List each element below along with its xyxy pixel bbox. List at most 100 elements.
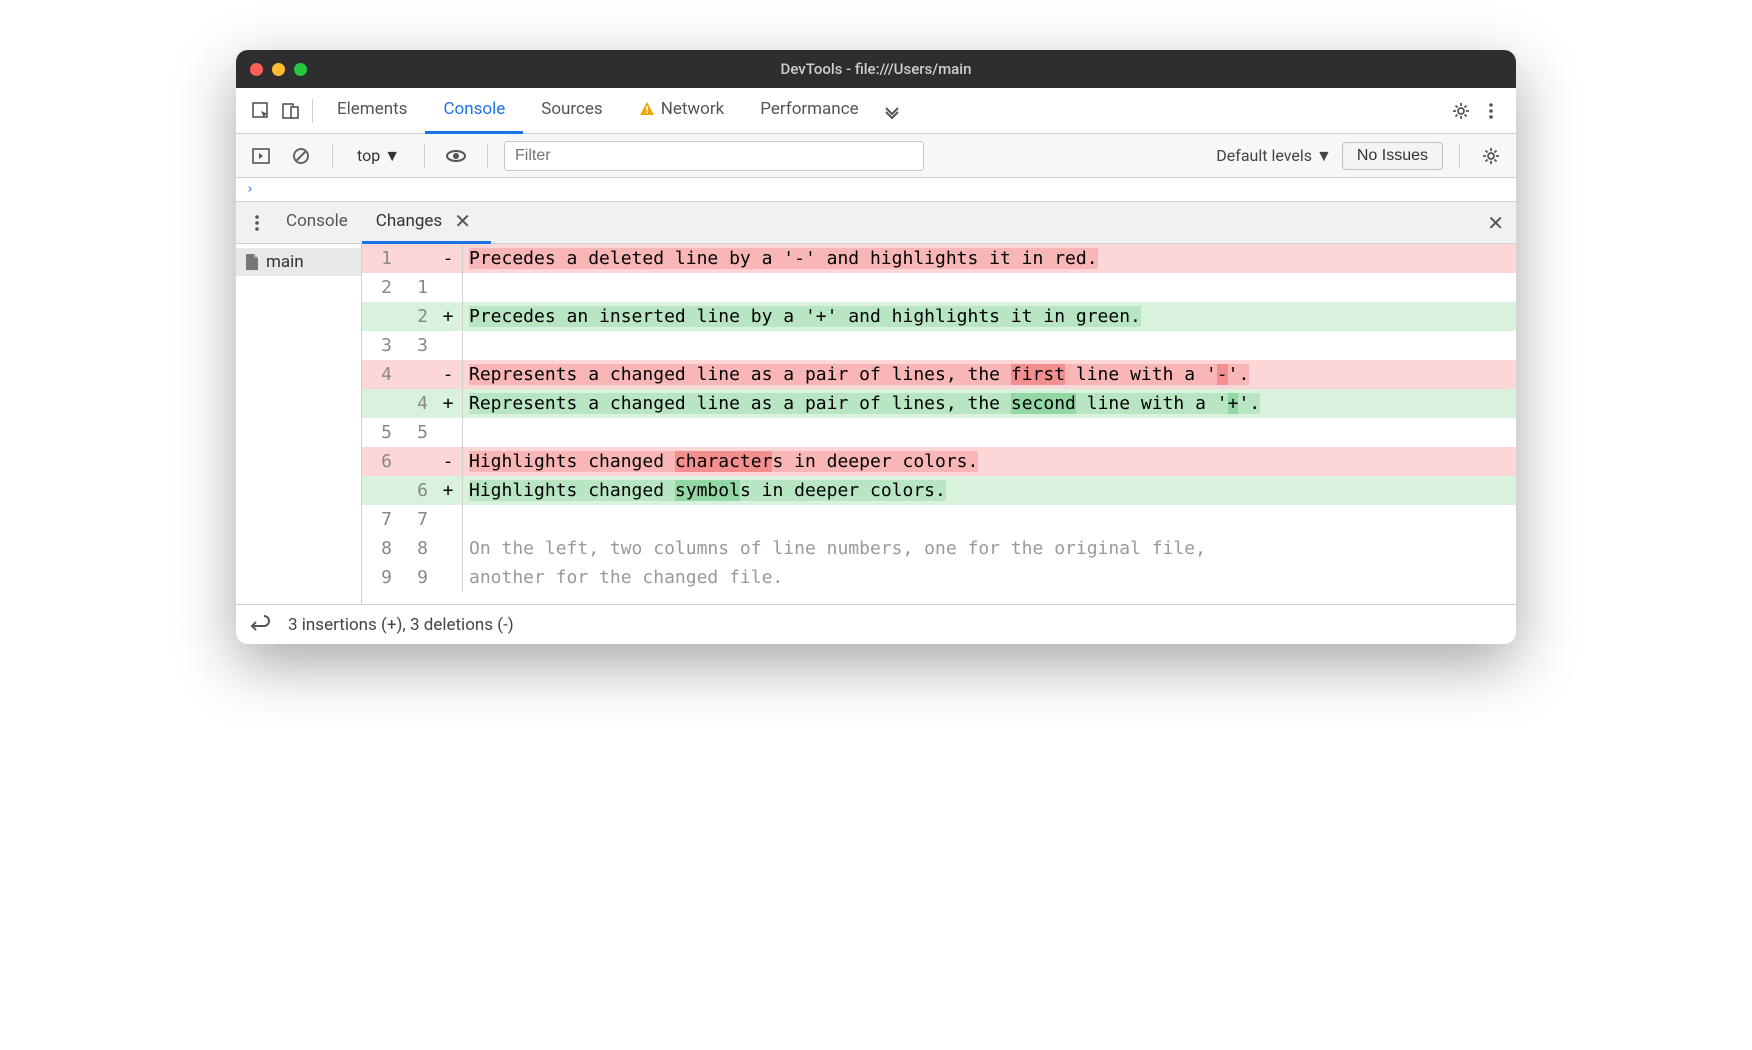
divider xyxy=(312,99,313,123)
drawer-tab-console[interactable]: Console xyxy=(272,202,362,244)
line-number-new xyxy=(398,447,434,476)
context-selector[interactable]: top ▼ xyxy=(349,142,408,170)
diff-code: Represents a changed line as a pair of l… xyxy=(469,389,1516,418)
drawer-menu-icon[interactable] xyxy=(242,208,272,238)
line-number-old xyxy=(362,389,398,418)
filter-input[interactable] xyxy=(504,141,924,171)
tab-console[interactable]: Console xyxy=(425,88,523,134)
drawer-tab-changes[interactable]: Changes ✕ xyxy=(362,202,491,244)
diff-marker: + xyxy=(434,389,462,418)
console-settings-icon[interactable] xyxy=(1476,141,1506,171)
diff-marker xyxy=(434,563,462,592)
tab-network[interactable]: Network xyxy=(621,88,743,134)
line-number-new: 5 xyxy=(398,418,434,447)
changes-panel: main 1-Precedes a deleted line by a '-' … xyxy=(236,244,1516,604)
close-window-button[interactable] xyxy=(250,63,263,76)
diff-marker xyxy=(434,331,462,360)
line-number-old: 6 xyxy=(362,447,398,476)
diff-code xyxy=(469,505,1516,534)
gutter-separator xyxy=(462,389,463,418)
diff-row: 88 On the left, two columns of line numbe… xyxy=(362,534,1516,563)
console-prompt[interactable]: › xyxy=(236,178,1516,202)
context-label: top xyxy=(357,146,380,165)
traffic-lights xyxy=(250,63,307,76)
diff-marker: - xyxy=(434,244,462,273)
device-toolbar-icon[interactable] xyxy=(276,96,306,126)
diff-row: 6-Highlights changed characters in deepe… xyxy=(362,447,1516,476)
changes-statusbar: 3 insertions (+), 3 deletions (-) xyxy=(236,604,1516,644)
gutter-separator xyxy=(462,360,463,389)
line-number-new: 3 xyxy=(398,331,434,360)
line-number-old: 8 xyxy=(362,534,398,563)
line-number-new: 8 xyxy=(398,534,434,563)
diff-code: Represents a changed line as a pair of l… xyxy=(469,360,1516,389)
console-toolbar: top ▼ Default levels ▼ No Issues xyxy=(236,134,1516,178)
file-tree: main xyxy=(236,244,362,604)
line-number-old: 3 xyxy=(362,331,398,360)
live-expression-icon[interactable] xyxy=(441,141,471,171)
main-tab-bar: Elements Console Sources Network Perform… xyxy=(236,88,1516,134)
diff-row: 6+Highlights changed symbols in deeper c… xyxy=(362,476,1516,505)
line-number-old: 1 xyxy=(362,244,398,273)
settings-icon[interactable] xyxy=(1446,96,1476,126)
divider xyxy=(424,144,425,168)
diff-marker xyxy=(434,273,462,302)
line-number-new xyxy=(398,244,434,273)
minimize-window-button[interactable] xyxy=(272,63,285,76)
gutter-separator xyxy=(462,273,463,302)
gutter-separator xyxy=(462,331,463,360)
gutter-separator xyxy=(462,418,463,447)
diff-view[interactable]: 1-Precedes a deleted line by a '-' and h… xyxy=(362,244,1516,604)
divider xyxy=(487,144,488,168)
line-number-new: 4 xyxy=(398,389,434,418)
diff-marker: + xyxy=(434,476,462,505)
more-tabs-icon[interactable] xyxy=(877,96,907,126)
chevron-right-icon: › xyxy=(246,182,254,197)
tab-sources[interactable]: Sources xyxy=(523,88,620,134)
diff-marker xyxy=(434,505,462,534)
levels-label: Default levels xyxy=(1216,146,1312,165)
titlebar: DevTools - file:///Users/main xyxy=(236,50,1516,88)
diff-row: 4-Represents a changed line as a pair of… xyxy=(362,360,1516,389)
diff-code xyxy=(469,273,1516,302)
log-levels-selector[interactable]: Default levels ▼ xyxy=(1216,146,1332,166)
diff-row: 4+Represents a changed line as a pair of… xyxy=(362,389,1516,418)
gutter-separator xyxy=(462,244,463,273)
issues-button[interactable]: No Issues xyxy=(1342,142,1443,170)
diff-code xyxy=(469,331,1516,360)
diff-row: 21 xyxy=(362,273,1516,302)
revert-icon[interactable] xyxy=(250,614,272,636)
gutter-separator xyxy=(462,447,463,476)
tab-network-label: Network xyxy=(661,99,725,119)
line-number-old: 9 xyxy=(362,563,398,592)
gutter-separator xyxy=(462,476,463,505)
diff-code: Precedes an inserted line by a '+' and h… xyxy=(469,302,1516,331)
line-number-old xyxy=(362,302,398,331)
diff-row: 99another for the changed file. xyxy=(362,563,1516,592)
inspect-element-icon[interactable] xyxy=(246,96,276,126)
file-icon xyxy=(244,253,260,271)
line-number-old: 5 xyxy=(362,418,398,447)
kebab-menu-icon[interactable] xyxy=(1476,96,1506,126)
diff-marker xyxy=(434,418,462,447)
sidebar-toggle-icon[interactable] xyxy=(246,141,276,171)
gutter-separator xyxy=(462,302,463,331)
line-number-old xyxy=(362,476,398,505)
diff-row: 33 xyxy=(362,331,1516,360)
tab-elements[interactable]: Elements xyxy=(319,88,425,134)
file-tree-item[interactable]: main xyxy=(236,248,361,276)
close-drawer-icon[interactable]: ✕ xyxy=(1481,211,1510,235)
clear-console-icon[interactable] xyxy=(286,141,316,171)
gutter-separator xyxy=(462,505,463,534)
file-name: main xyxy=(266,252,304,272)
diff-code: On the left, two columns of line numbers… xyxy=(469,534,1516,563)
zoom-window-button[interactable] xyxy=(294,63,307,76)
line-number-old: 7 xyxy=(362,505,398,534)
diff-code: Precedes a deleted line by a '-' and hig… xyxy=(469,244,1516,273)
diff-row: 77 xyxy=(362,505,1516,534)
devtools-window: DevTools - file:///Users/main Elements C… xyxy=(236,50,1516,644)
diff-marker: - xyxy=(434,360,462,389)
tab-performance[interactable]: Performance xyxy=(742,88,876,134)
diff-row: 2+Precedes an inserted line by a '+' and… xyxy=(362,302,1516,331)
close-tab-icon[interactable]: ✕ xyxy=(448,209,477,233)
